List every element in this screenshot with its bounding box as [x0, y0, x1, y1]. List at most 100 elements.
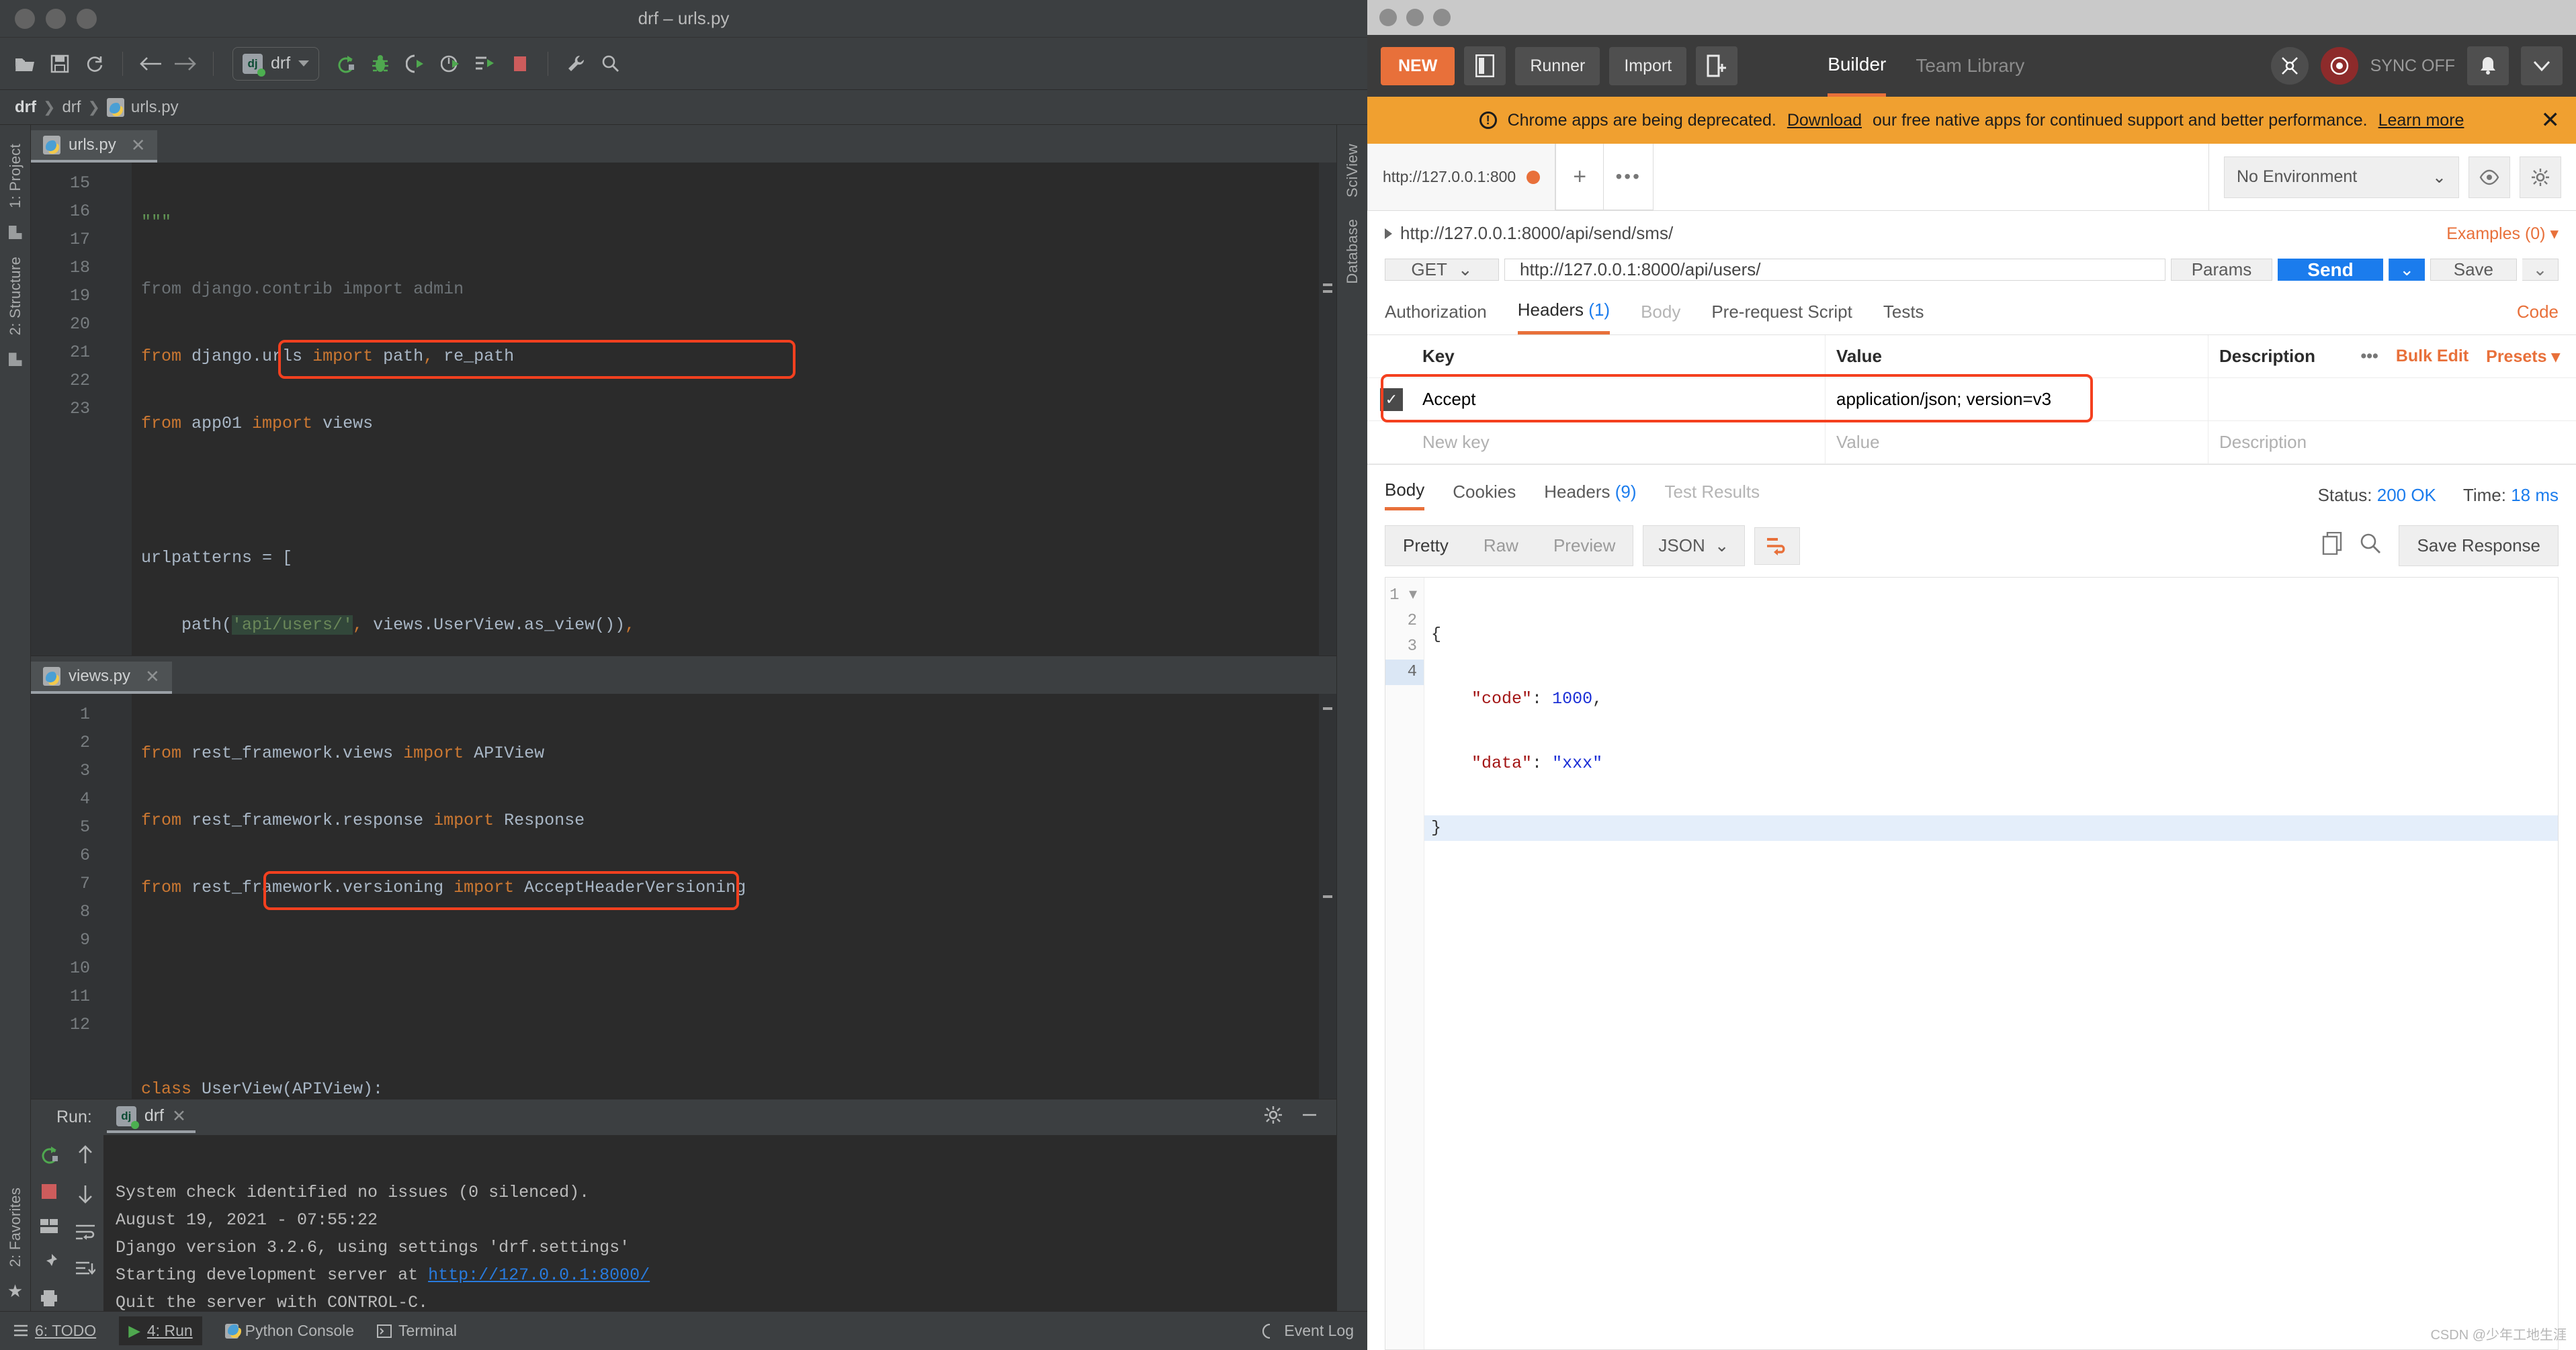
coverage-icon[interactable]	[400, 48, 431, 79]
notifications-bell-icon[interactable]	[2467, 46, 2509, 85]
close-window-button[interactable]	[1379, 9, 1397, 26]
editor-area-bottom[interactable]: 1 2 3 4 5 6 7 8 9 10 11 12 from rest_fra…	[31, 694, 1336, 1099]
forward-arrow-icon[interactable]	[170, 48, 201, 79]
settings-gear-icon[interactable]	[1264, 1106, 1283, 1129]
sync-status-icon[interactable]	[2320, 47, 2358, 85]
code-content-bottom[interactable]: from rest_framework.views import APIView…	[132, 694, 1336, 1099]
postman-traffic-lights[interactable]	[1367, 9, 1451, 26]
scroll-down-icon[interactable]	[77, 1184, 94, 1209]
run-configuration-selector[interactable]: dj drf	[232, 46, 320, 81]
chevron-down-icon[interactable]	[2521, 46, 2563, 85]
run-icon[interactable]	[330, 48, 361, 79]
minimize-window-button[interactable]	[1406, 9, 1424, 26]
new-value-input[interactable]: Value	[1826, 421, 2208, 463]
wrench-icon[interactable]	[560, 48, 591, 79]
request-breadcrumb[interactable]: http://127.0.0.1:8000/api/send/sms/	[1385, 223, 1673, 244]
status-item-event-log[interactable]: Event Log	[1262, 1322, 1354, 1340]
response-body-viewer[interactable]: 1 ▾ 2 3 4 { "code": 1000, "data": "xxx" …	[1385, 577, 2559, 1350]
status-item-todo[interactable]: 6: TODO	[13, 1322, 96, 1340]
row-key[interactable]: Accept	[1416, 378, 1826, 420]
close-icon[interactable]: ✕	[145, 666, 160, 687]
sidebar-item-project[interactable]: 1: Project	[7, 144, 24, 208]
response-body-code[interactable]: { "code": 1000, "data": "xxx" }	[1424, 578, 2558, 1349]
new-window-icon[interactable]	[1696, 46, 1738, 85]
table-row[interactable]: ✓ Accept application/json; version=v3	[1367, 378, 2576, 421]
examples-dropdown[interactable]: Examples (0) ▾	[2446, 224, 2559, 244]
view-mode-preview[interactable]: Preview	[1536, 526, 1633, 566]
tab-options-icon[interactable]: •••	[1604, 144, 1654, 210]
tab-authorization[interactable]: Authorization	[1385, 302, 1487, 333]
stop-icon[interactable]	[40, 1183, 58, 1205]
new-tab-button[interactable]: +	[1555, 144, 1604, 210]
save-response-button[interactable]: Save Response	[2399, 525, 2559, 566]
maximize-window-button[interactable]	[77, 8, 97, 29]
tab-urls-py[interactable]: urls.py ✕	[31, 130, 158, 163]
save-button[interactable]: Save	[2430, 259, 2517, 281]
runner-button[interactable]: Runner	[1515, 46, 1600, 85]
tab-headers[interactable]: Headers (1)	[1517, 300, 1611, 334]
params-button[interactable]: Params	[2170, 259, 2273, 281]
wrap-lines-icon[interactable]	[1754, 527, 1800, 565]
row-checkbox-cell[interactable]: ✓	[1367, 388, 1416, 411]
layout-icon[interactable]	[40, 1218, 58, 1239]
request-tab[interactable]: http://127.0.0.1:800	[1367, 144, 1556, 210]
pin-icon[interactable]	[40, 1253, 58, 1276]
maximize-window-button[interactable]	[1433, 9, 1451, 26]
sidebar-item-favorites[interactable]: 2: Favorites	[7, 1187, 24, 1267]
run-tab-drf[interactable]: dj drf ✕	[106, 1102, 196, 1133]
run-tests-icon[interactable]	[470, 48, 501, 79]
more-options-icon[interactable]: •••	[2361, 347, 2378, 366]
tab-test-results[interactable]: Test Results	[1665, 482, 1760, 509]
code-link[interactable]: Code	[2517, 302, 2559, 333]
close-icon[interactable]: ✕	[172, 1106, 186, 1126]
tab-body[interactable]: Body	[1641, 302, 1680, 333]
tab-cookies[interactable]: Cookies	[1453, 482, 1516, 509]
toggle-sidebar-icon[interactable]	[1464, 46, 1506, 85]
save-options-chevron-icon[interactable]: ⌄	[2522, 259, 2559, 281]
server-url-link[interactable]: http://127.0.0.1:8000/	[428, 1265, 650, 1285]
banner-download-link[interactable]: Download	[1787, 111, 1862, 130]
breadcrumb-item-2[interactable]: urls.py	[131, 98, 179, 117]
tab-response-headers[interactable]: Headers (9)	[1544, 482, 1636, 509]
row-description[interactable]	[2208, 378, 2576, 420]
breadcrumb-item-1[interactable]: drf	[62, 98, 81, 117]
soft-wrap-icon[interactable]	[75, 1224, 95, 1246]
new-description-input[interactable]: Description	[2208, 421, 2576, 463]
environment-quick-look-icon[interactable]	[2468, 156, 2510, 198]
close-icon[interactable]: ✕	[2541, 107, 2561, 134]
print-icon[interactable]	[40, 1290, 58, 1312]
back-arrow-icon[interactable]	[135, 48, 166, 79]
chevron-down-icon[interactable]	[298, 60, 310, 66]
status-item-terminal[interactable]: Terminal	[377, 1322, 457, 1340]
banner-learn-more-link[interactable]: Learn more	[2378, 111, 2464, 130]
new-key-input[interactable]: New key	[1416, 421, 1826, 463]
environment-select[interactable]: No Environment ⌄	[2224, 156, 2459, 198]
tab-response-body[interactable]: Body	[1385, 480, 1425, 510]
presets-dropdown[interactable]: Presets ▾	[2486, 347, 2560, 367]
import-button[interactable]: Import	[1609, 46, 1687, 85]
editor-area-top[interactable]: 15 16 17 18 19 20 21 22 23 """ from djan…	[31, 163, 1336, 656]
tab-team-library[interactable]: Team Library	[1916, 35, 2024, 97]
close-icon[interactable]: ✕	[131, 135, 146, 156]
stop-icon[interactable]	[505, 48, 535, 79]
editor-scrollbar-top[interactable]	[1319, 163, 1336, 656]
view-mode-pretty[interactable]: Pretty	[1385, 526, 1466, 566]
checkbox-checked-icon[interactable]: ✓	[1380, 388, 1403, 411]
search-icon[interactable]	[2360, 533, 2381, 559]
editor-scrollbar-bottom[interactable]	[1319, 694, 1336, 1099]
expand-triangle-icon[interactable]	[1385, 228, 1392, 239]
scroll-to-end-icon[interactable]	[75, 1261, 96, 1283]
response-format-select[interactable]: JSON ⌄	[1643, 525, 1745, 566]
copy-icon[interactable]	[2322, 531, 2342, 559]
tab-pre-request-script[interactable]: Pre-request Script	[1711, 302, 1852, 333]
sidebar-item-structure[interactable]: 2: Structure	[7, 257, 24, 335]
minimize-icon[interactable]	[1300, 1106, 1319, 1129]
sidebar-item-sciview[interactable]: SciView	[1344, 144, 1361, 197]
send-button[interactable]: Send	[2278, 259, 2383, 281]
code-content-top[interactable]: """ from django.contrib import admin fro…	[132, 163, 1336, 656]
bulk-edit-link[interactable]: Bulk Edit	[2396, 347, 2468, 366]
open-folder-icon[interactable]	[9, 48, 40, 79]
sync-icon[interactable]	[79, 48, 110, 79]
request-url-input[interactable]: http://127.0.0.1:8000/api/users/	[1504, 259, 2165, 281]
search-icon[interactable]	[595, 48, 626, 79]
